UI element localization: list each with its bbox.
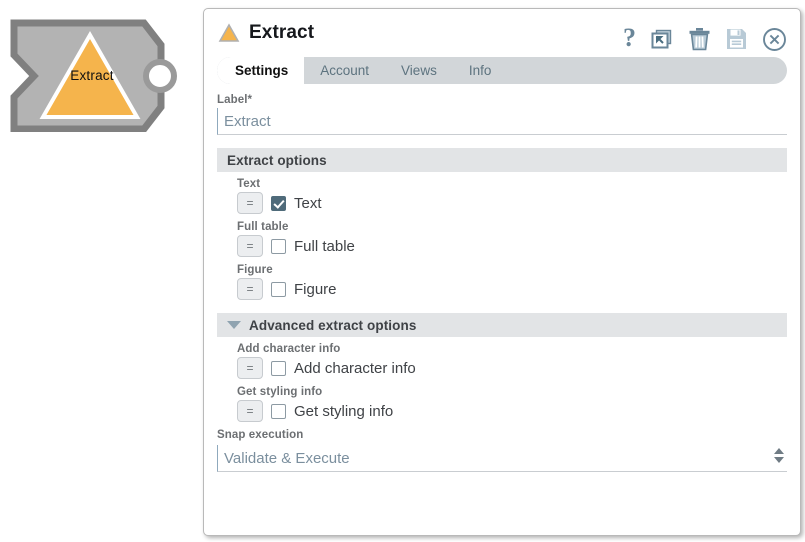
option-figure: Figure = Figure [237, 264, 787, 300]
checkbox-text[interactable] [271, 195, 286, 211]
checkbox-figure[interactable] [271, 281, 286, 297]
spinner-arrows-icon[interactable] [774, 448, 784, 463]
option-row-get-styling-info: = Get styling info [237, 400, 787, 422]
snap-execution-group: Snap execution Validate & Execute [217, 429, 787, 472]
tab-views[interactable]: Views [385, 57, 453, 84]
snap-execution-select-wrap: Validate & Execute [217, 445, 787, 472]
option-label-figure: Figure [237, 264, 273, 276]
expression-toggle-figure[interactable]: = [237, 278, 263, 300]
expression-toggle-get-styling-info[interactable]: = [237, 400, 263, 422]
checkbox-label-get-styling-info[interactable]: Get styling info [294, 403, 393, 420]
save-icon[interactable] [725, 27, 748, 51]
snap-execution-select[interactable]: Validate & Execute [217, 445, 787, 472]
snap-execution-label: Snap execution [217, 429, 304, 441]
option-full-table: Full table = Full table [237, 221, 787, 257]
checkbox-label-full-table[interactable]: Full table [294, 238, 355, 255]
dialog-tabs: Settings Account Views Info [217, 57, 787, 84]
tab-info[interactable]: Info [453, 57, 508, 84]
page-title: Extract [249, 22, 315, 43]
section-header-advanced-extract-options[interactable]: Advanced extract options [217, 313, 787, 337]
option-add-character-info: Add character info = Add character info [237, 343, 787, 379]
option-label-get-styling-info: Get styling info [237, 386, 323, 398]
checkbox-label-figure[interactable]: Figure [294, 281, 337, 298]
label-field-label: Label* [217, 94, 253, 106]
chevron-down-icon[interactable] [227, 321, 241, 329]
help-icon[interactable]: ? [623, 25, 636, 51]
section-header-extract-options: Extract options [217, 148, 787, 172]
section-title-advanced-extract-options: Advanced extract options [249, 317, 417, 333]
node-shape [10, 19, 177, 132]
checkbox-get-styling-info[interactable] [271, 403, 286, 419]
delete-icon[interactable] [688, 27, 711, 51]
tab-settings[interactable]: Settings [217, 57, 305, 84]
triangle-icon [218, 23, 240, 42]
advanced-extract-options-group: Add character info = Add character info … [217, 337, 787, 422]
section-title-extract-options: Extract options [227, 152, 327, 168]
expression-toggle-add-character-info[interactable]: = [237, 357, 263, 379]
dialog-header: Extract ? [204, 9, 800, 57]
option-row-full-table: = Full table [237, 235, 787, 257]
checkbox-full-table[interactable] [271, 238, 286, 254]
label-input[interactable] [217, 108, 787, 135]
extract-options-group: Text = Text Full table = Full table Figu… [217, 172, 787, 300]
snap-settings-dialog: Extract ? Settings Account Views Info La… [203, 8, 801, 536]
option-text: Text = Text [237, 178, 787, 214]
option-row-figure: = Figure [237, 278, 787, 300]
expression-toggle-text[interactable]: = [237, 192, 263, 214]
option-get-styling-info: Get styling info = Get styling info [237, 386, 787, 422]
option-label-full-table: Full table [237, 221, 289, 233]
checkbox-label-add-character-info[interactable]: Add character info [294, 360, 416, 377]
checkbox-label-text[interactable]: Text [294, 195, 322, 212]
option-label-text: Text [237, 178, 261, 190]
dialog-title-group: Extract [218, 22, 314, 44]
option-row-text: = Text [237, 192, 787, 214]
pipeline-canvas: Extract [0, 0, 200, 542]
option-label-add-character-info: Add character info [237, 343, 341, 355]
expression-toggle-full-table[interactable]: = [237, 235, 263, 257]
snap-node-extract[interactable]: Extract [4, 19, 180, 132]
dialog-body: Label* Extract options Text = Text Full … [204, 84, 800, 472]
label-field-group: Label* [217, 94, 787, 135]
checkbox-add-character-info[interactable] [271, 360, 286, 376]
dialog-actions: ? [623, 25, 787, 52]
option-row-add-character-info: = Add character info [237, 357, 787, 379]
close-icon[interactable] [762, 27, 787, 52]
tab-account[interactable]: Account [304, 57, 385, 84]
expand-icon[interactable] [650, 27, 674, 51]
